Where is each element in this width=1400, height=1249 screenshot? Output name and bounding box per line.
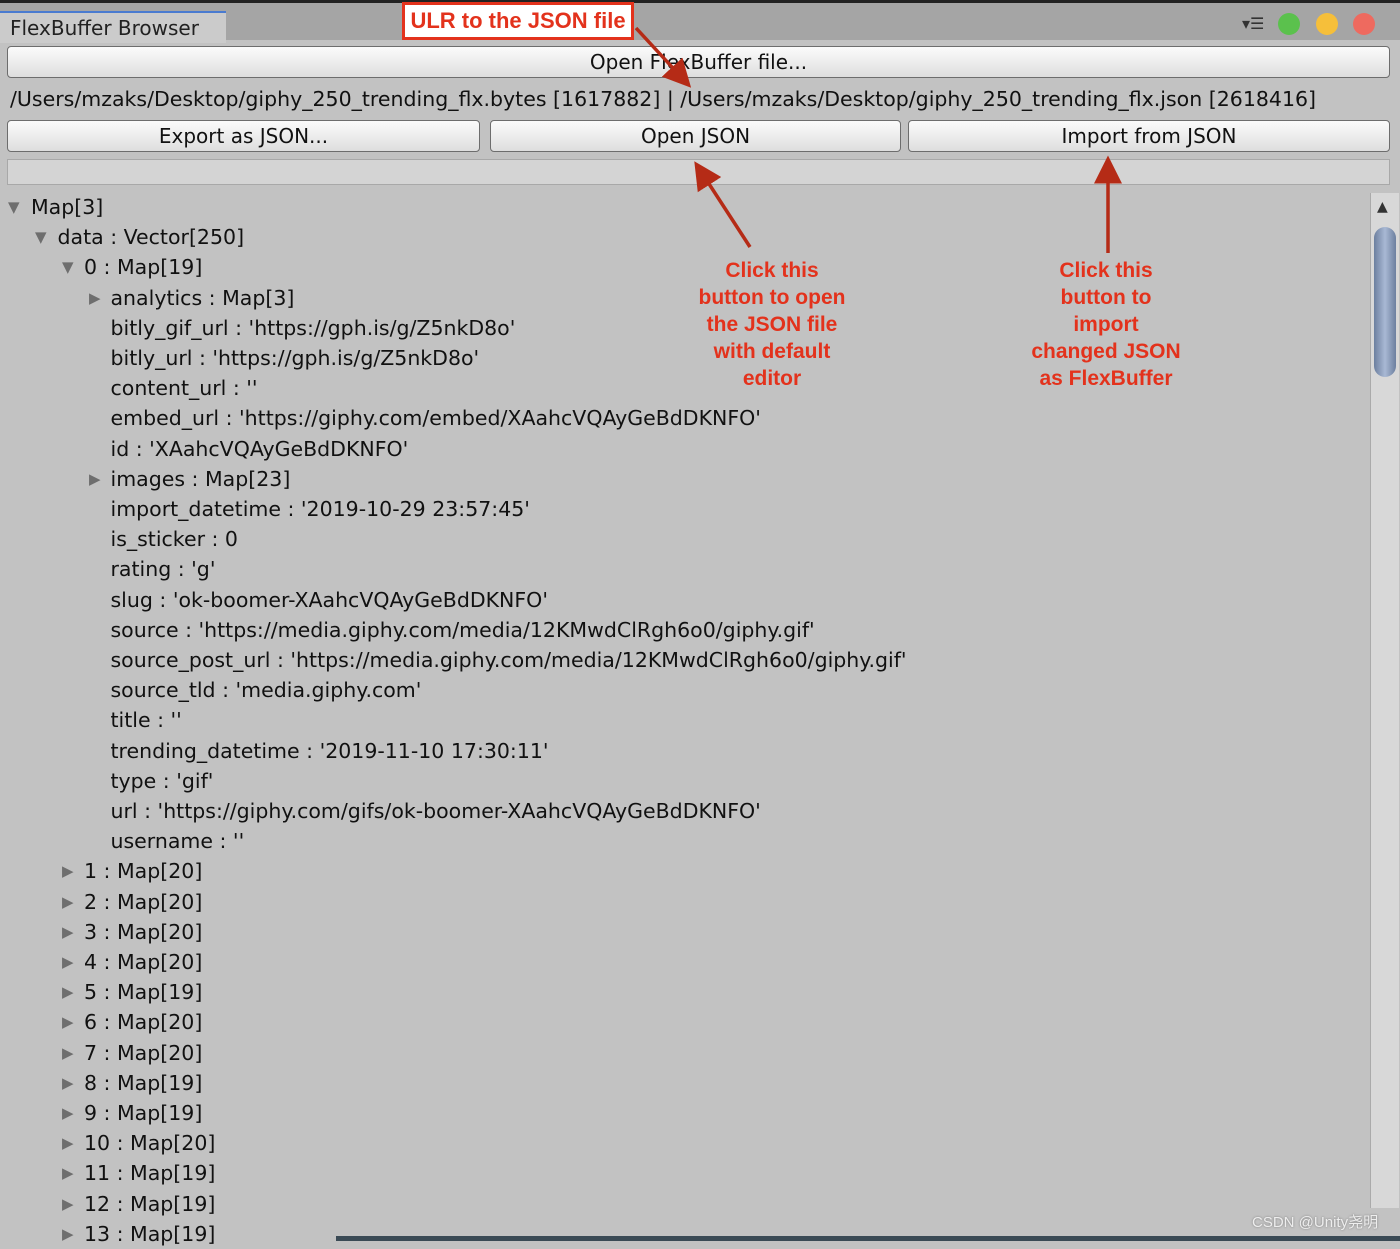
annotation-line: as FlexBuffer [1039,367,1173,390]
annotation-line: changed JSON [1031,340,1181,363]
title-bar: FlexBuffer Browser ▾☰ [0,0,1400,43]
scrollbar-thumb[interactable] [1374,227,1396,377]
collapsed-triangle-icon[interactable]: ▶ [62,1098,78,1128]
collapsed-triangle-icon[interactable]: ▶ [62,856,78,886]
tree-row-label: 11 : Map[19] [84,1161,216,1186]
tree-row-label: 1 : Map[20] [84,859,203,884]
tree-row-label: 7 : Map[20] [84,1040,203,1065]
expanded-triangle-icon[interactable]: ▼ [62,252,78,282]
collapsed-triangle-icon[interactable]: ▶ [62,1158,78,1188]
tree-row-label: type : 'gif' [110,768,214,793]
red-window-button[interactable] [1353,13,1375,35]
collapsed-triangle-icon[interactable]: ▶ [62,1007,78,1037]
tree-row-label: source_post_url : 'https://media.giphy.c… [110,648,907,672]
collapsed-triangle-icon[interactable]: ▶ [62,977,78,1007]
tree-row-label: title : '' [110,708,182,733]
tree-row-label: is_sticker : 0 [110,527,238,552]
scroll-up-arrow-icon[interactable]: ▲ [1377,199,1388,215]
window-tab[interactable]: FlexBuffer Browser [0,11,226,43]
tree-row-label: 12 : Map[19] [84,1191,216,1216]
tree-row-label: source_tld : 'media.giphy.com' [110,678,422,703]
bottom-strip [336,1236,1400,1241]
tree-row-label: 10 : Map[20] [84,1131,216,1156]
tree-row-label: url : 'https://giphy.com/gifs/ok-boomer-… [110,799,761,823]
tree-row-label: source : 'https://media.giphy.com/media/… [110,617,815,642]
collapsed-triangle-icon[interactable]: ▶ [62,947,78,977]
tree-row-label: 6 : Map[20] [84,1010,203,1035]
tree-row-label: username : '' [110,829,245,854]
tree-row-label: id : 'XAahcVQAyGeBdDKNFO' [110,436,409,461]
collapsed-triangle-icon[interactable]: ▶ [89,464,105,494]
tree-row-label: bitly_gif_url : 'https://gph.is/g/Z5nkD8… [110,315,516,340]
tree-row-label: embed_url : 'https://giphy.com/embed/XAa… [110,406,761,431]
tree-row-label: bitly_url : 'https://gph.is/g/Z5nkD8o' [110,346,480,370]
file-paths-label: /Users/mzaks/Desktop/giphy_250_trending_… [10,87,1317,111]
tree-row-label: 13 : Map[19] [84,1221,216,1246]
progress-bar [7,159,1390,185]
collapsed-triangle-icon[interactable]: ▶ [62,1068,78,1098]
tree-row-label: 5 : Map[19] [84,980,203,1005]
collapsed-triangle-icon[interactable]: ▶ [62,887,78,917]
collapsed-triangle-icon[interactable]: ▶ [62,1219,78,1249]
green-window-button[interactable] [1278,13,1300,35]
collapsed-triangle-icon[interactable]: ▶ [62,1189,78,1219]
tree-row-label: 0 : Map[19] [84,255,203,280]
open-flexbuffer-button[interactable]: Open FlexBuffer file... [7,46,1390,78]
annotation-line: Click this [725,259,819,282]
annotation-line: with default [713,340,831,363]
tree-row-label: rating : 'g' [110,557,216,582]
tree-row-label: slug : 'ok-boomer-XAahcVQAyGeBdDKNFO' [110,587,548,612]
annotation-line: Click this [1059,259,1153,282]
collapsed-triangle-icon[interactable]: ▶ [62,1038,78,1068]
export-json-button[interactable]: Export as JSON... [7,120,480,152]
watermark: CSDN @Unity尧明 [1252,1214,1379,1231]
url-annotation: ULR to the JSON file [402,2,634,40]
collapsed-triangle-icon[interactable]: ▶ [89,283,105,313]
import-json-button[interactable]: Import from JSON [908,120,1390,152]
expanded-triangle-icon[interactable]: ▼ [8,192,24,222]
tree-row-label: 9 : Map[19] [84,1101,203,1125]
vertical-scrollbar[interactable]: ▲ [1370,193,1399,1208]
open-json-annotation: Click this button to open the JSON file … [672,257,872,392]
annotation-line: import [1073,313,1139,336]
menu-icon[interactable]: ▾☰ [1242,14,1264,33]
tree-row-label: import_datetime : '2019-10-29 23:57:45' [110,497,530,521]
tree-row-label: analytics : Map[3] [110,285,295,310]
tree-row-label: 3 : Map[20] [84,919,203,944]
tree-row-label: 8 : Map[19] [84,1070,203,1095]
annotation-line: editor [742,367,802,390]
tree-row-label: trending_datetime : '2019-11-10 17:30:11… [110,738,549,763]
collapsed-triangle-icon[interactable]: ▶ [62,1128,78,1158]
tree-row-label: 2 : Map[20] [84,889,203,914]
tree-row-label: data : Vector[250] [57,225,245,250]
yellow-window-button[interactable] [1316,13,1338,35]
tree-row-label: 4 : Map[20] [84,950,203,974]
annotation-line: the JSON file [706,313,838,336]
tree-row-label: content_url : '' [110,376,258,401]
annotation-line: button to open [698,286,846,309]
tree-row-label: images : Map[23] [110,466,291,491]
collapsed-triangle-icon[interactable]: ▶ [62,917,78,947]
open-json-button[interactable]: Open JSON [490,120,901,152]
expanded-triangle-icon[interactable]: ▼ [35,222,51,252]
annotation-line: button to [1060,286,1152,309]
import-json-annotation: Click this button to import changed JSON… [1006,257,1206,392]
tree-row-label: Map[3] [31,195,104,219]
